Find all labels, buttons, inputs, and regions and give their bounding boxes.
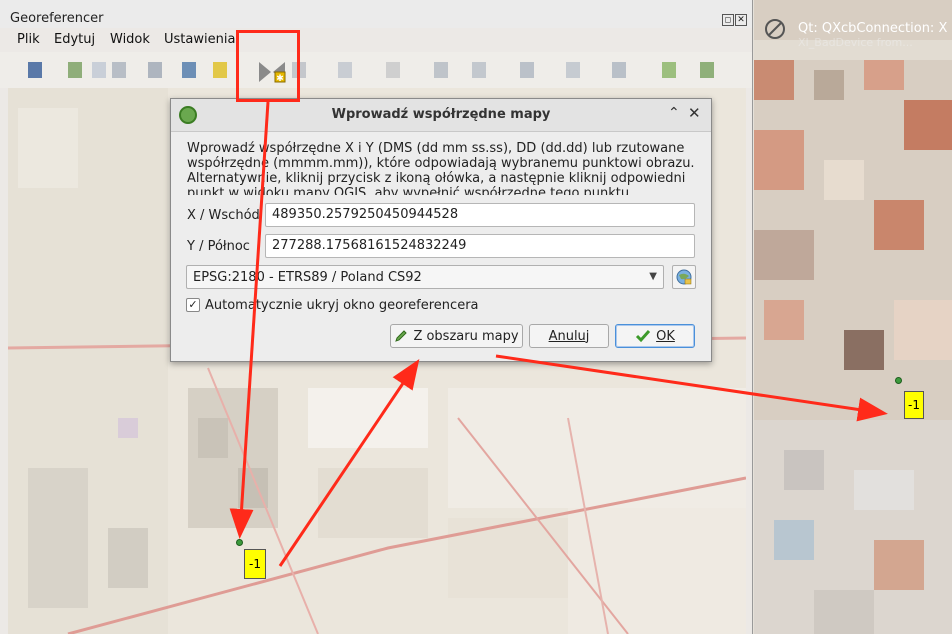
map-coordinates-dialog: Wprowadź współrzędne mapy ⌃ ✕ Wprowadź w… [170, 98, 712, 362]
menu-widok[interactable]: Widok [110, 32, 150, 47]
from-map-canvas-button[interactable]: Z obszaru mapy [390, 324, 523, 348]
checkmark-icon [636, 330, 651, 343]
qgis-app-icon [765, 19, 785, 39]
toolbar-zoom-last-icon[interactable] [566, 62, 580, 78]
toolbar: ✱ [0, 52, 752, 88]
y-north-label: Y / Północ [187, 239, 250, 254]
ok-label: OK [656, 328, 675, 344]
toolbar-save-icon[interactable] [148, 62, 162, 78]
gcp-marker-right: -1 [904, 391, 924, 419]
toolbar-zoom-out-icon[interactable] [472, 62, 486, 78]
cancel-button[interactable]: Anuluj [529, 324, 609, 348]
qgis-window-title: Qt: QXcbConnection: X [798, 21, 948, 36]
toolbar-start-icon[interactable] [68, 62, 82, 78]
autohide-checkbox[interactable]: ✓ [186, 298, 200, 312]
toolbar-zoom-next-icon[interactable] [612, 62, 626, 78]
crs-picker-button[interactable] [672, 265, 696, 289]
menu-ustawienia[interactable]: Ustawienia [164, 32, 235, 47]
dialog-close-icon[interactable]: ✕ [688, 104, 701, 122]
toolbar-config-icon[interactable] [213, 62, 227, 78]
annotation-highlight-box [236, 30, 300, 102]
float-icon[interactable]: ◻ [722, 14, 734, 26]
autohide-label: Automatycznie ukryj okno georeferencera [205, 298, 479, 313]
toolbar-settings-icon[interactable] [182, 62, 196, 78]
toolbar-gdal-icon[interactable] [112, 62, 126, 78]
menu-plik[interactable]: Plik [17, 32, 40, 47]
window-title: Georeferencer [10, 11, 104, 26]
toolbar-link-icon[interactable] [662, 62, 676, 78]
toolbar-move-point-icon[interactable] [338, 62, 352, 78]
cancel-label: Anuluj [548, 328, 590, 344]
menubar: Plik Edytuj Widok Ustawienia [0, 30, 752, 50]
x-east-field[interactable]: 489350.2579250450944528 [265, 203, 695, 227]
close-icon[interactable]: ✕ [735, 14, 747, 26]
from-map-canvas-label: Z obszaru mapy [413, 328, 519, 344]
y-north-field[interactable]: 277288.17568161524832249 [265, 234, 695, 258]
dialog-info-text: Wprowadź współrzędne X i Y (DMS (dd mm s… [187, 141, 695, 195]
gcp-marker-left: -1 [244, 549, 266, 579]
gcp-point-dot-left [236, 539, 243, 546]
crs-select-value: EPSG:2180 - ETRS89 / Poland CS92 [193, 270, 422, 285]
crs-select[interactable]: EPSG:2180 - ETRS89 / Poland CS92 ▼ [186, 265, 664, 289]
toolbar-generate-icon[interactable] [92, 62, 106, 78]
toolbar-open-icon[interactable] [28, 62, 42, 78]
dialog-titlebar: Wprowadź współrzędne mapy ⌃ ✕ [171, 99, 711, 132]
ok-button[interactable]: OK [615, 324, 695, 348]
qgis-main-window: Qt: QXcbConnection: X XI_BadDevice from.… [754, 0, 952, 634]
toolbar-zoom-in-icon[interactable] [434, 62, 448, 78]
georeferencer-titlebar: Georeferencer ◻ ✕ [0, 0, 752, 28]
toolbar-pan-icon[interactable] [386, 62, 400, 78]
pencil-icon [395, 330, 408, 342]
x-east-label: X / Wschód [187, 208, 260, 223]
dialog-title: Wprowadź współrzędne mapy [331, 107, 551, 122]
collapse-icon[interactable]: ⌃ [668, 105, 680, 121]
toolbar-unlink-icon[interactable] [700, 62, 714, 78]
qgis-map-canvas[interactable] [754, 0, 952, 634]
toolbar-zoom-layer-icon[interactable] [520, 62, 534, 78]
qgis-window-title-2: XI_BadDevice from... [798, 36, 913, 49]
qgis-titlebar: Qt: QXcbConnection: X XI_BadDevice from.… [754, 10, 952, 49]
chevron-down-icon: ▼ [649, 271, 657, 282]
gcp-point-dot [895, 377, 902, 384]
menu-edytuj[interactable]: Edytuj [54, 32, 95, 47]
globe-icon [676, 269, 692, 285]
